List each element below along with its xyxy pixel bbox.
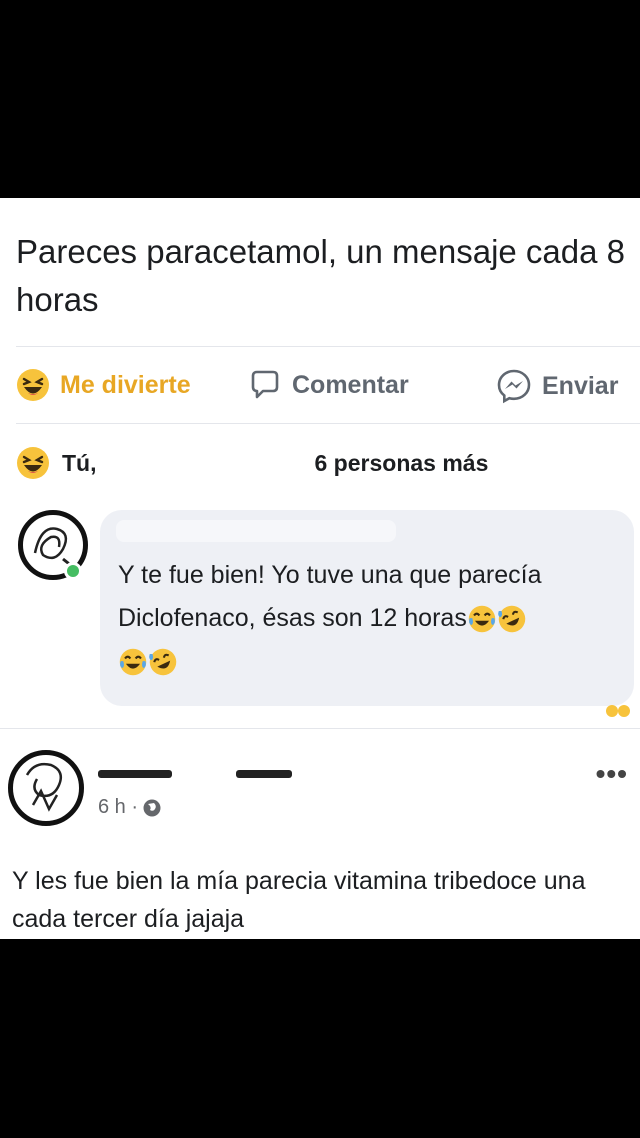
post-card: Pareces paracetamol, un mensaje cada 8 h… [0, 198, 640, 939]
comment-bubble: Y te fue bien! Yo tuve una que parecía D… [100, 510, 634, 706]
comment-icon [251, 370, 279, 399]
avatar[interactable] [8, 750, 84, 826]
laughing-emoji-icon [17, 447, 49, 479]
divider [16, 346, 640, 347]
rofl-emoji-icon [498, 606, 526, 633]
comment-text: Y te fue bien! Yo tuve una que parecía D… [118, 554, 628, 683]
redacted-name [98, 770, 172, 778]
post2-text: Y les fue bien la mía parecia vitamina t… [12, 867, 586, 933]
comment-label: Comentar [292, 370, 409, 399]
reaction-you: Tú, [62, 449, 97, 476]
messenger-icon [497, 369, 531, 404]
send-label: Enviar [542, 371, 619, 400]
rofl-emoji-icon [149, 649, 177, 676]
post-text: Pareces paracetamol, un mensaje cada 8 h… [16, 233, 626, 318]
post-time: 6 h · [98, 796, 139, 818]
redacted-name [236, 770, 292, 778]
scribble-avatar-icon [25, 762, 62, 812]
react-button[interactable]: Me divierte [16, 368, 191, 402]
online-status-dot [64, 562, 82, 580]
globe-icon [143, 799, 161, 816]
redacted-name [116, 520, 396, 542]
post-meta: 6 h · [98, 796, 162, 819]
action-bar: Me divierte Comentar Enviar [0, 360, 640, 410]
divider [0, 728, 640, 729]
laughing-emoji-icon [17, 369, 49, 401]
tears-of-joy-emoji-icon [119, 649, 147, 676]
divider [16, 423, 640, 424]
more-options-icon[interactable]: ••• [596, 758, 628, 790]
comment-button[interactable]: Comentar [248, 368, 409, 402]
tears-of-joy-emoji-icon [468, 606, 496, 633]
react-label: Me divierte [60, 370, 191, 399]
reaction-summary[interactable]: Tú, 6 personas más [16, 446, 488, 480]
reaction-others: 6 personas más [314, 449, 489, 476]
mini-reaction-icon[interactable] [606, 703, 630, 719]
send-button[interactable]: Enviar [496, 368, 618, 404]
